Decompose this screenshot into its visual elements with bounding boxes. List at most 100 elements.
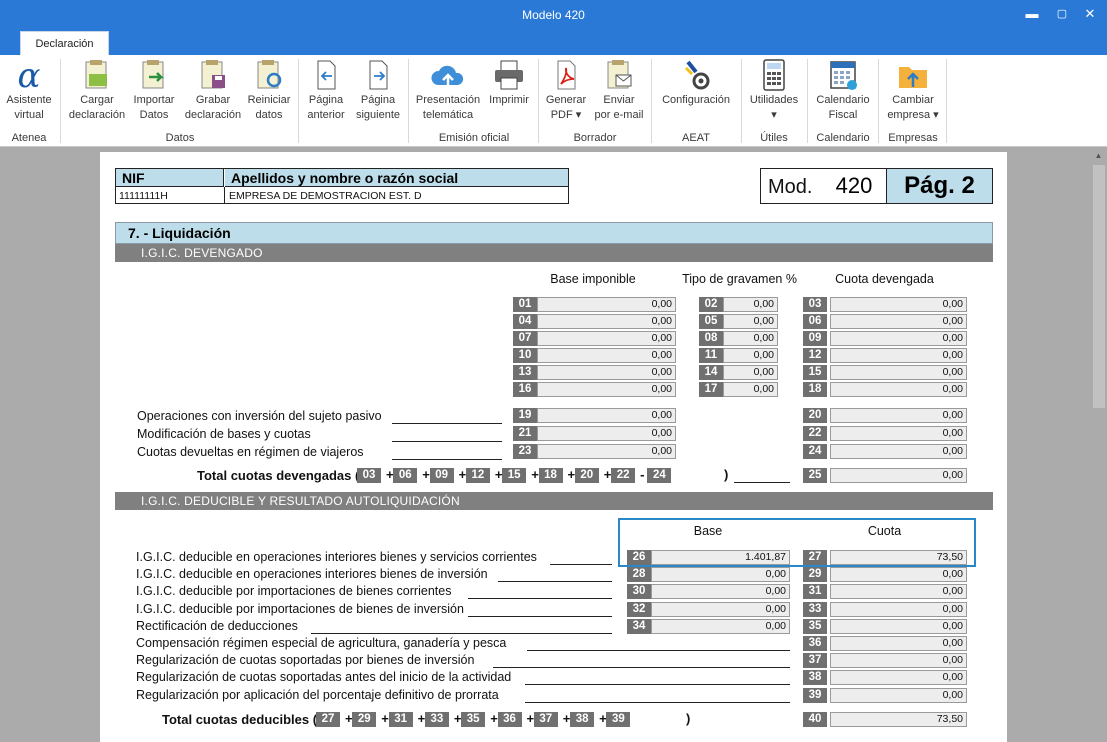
scroll-up-icon[interactable]: ▲ — [1090, 149, 1107, 163]
row-label: Compensación régimen especial de agricul… — [136, 636, 507, 650]
sum-box: 06 — [393, 468, 418, 483]
base-field[interactable]: 0,00 — [537, 348, 676, 363]
base-field[interactable]: 0,00 — [537, 382, 676, 397]
box-number: 15 — [803, 365, 827, 380]
sum-box: 22 — [611, 468, 636, 483]
base-field[interactable]: 0,00 — [651, 567, 790, 583]
row-label: I.G.I.C. deducible por importaciones de … — [136, 584, 452, 599]
box-number: 37 — [803, 653, 827, 669]
generar-pdf-button[interactable]: Generar PDF ▾ — [541, 59, 591, 123]
vertical-scrollbar[interactable] — [1093, 165, 1105, 408]
tipo-field[interactable]: 0,00 — [723, 297, 778, 312]
importar-datos-button[interactable]: Importar Datos — [130, 59, 178, 123]
base-field[interactable]: 0,00 — [537, 444, 676, 459]
base-field[interactable]: 0,00 — [537, 297, 676, 312]
cargar-declaracion-button[interactable]: Cargar declaración — [64, 59, 130, 123]
utilidades-label: Utilidades ▾ — [749, 94, 799, 121]
box-number: 02 — [699, 297, 723, 312]
tipo-field[interactable]: 0,00 — [723, 365, 778, 380]
name-label: Apellidos y nombre o razón social — [225, 169, 568, 187]
close-paren: ) — [686, 711, 691, 726]
nif-value[interactable]: 11111111H — [119, 190, 168, 202]
cuota-field[interactable]: 0,00 — [830, 636, 967, 651]
cuota-field[interactable]: 0,00 — [830, 444, 967, 459]
ribbon: α Asistente virtual Cargar declaración I… — [0, 55, 1107, 147]
cambiar-empresa-button[interactable]: Cambiar empresa ▾ — [882, 59, 944, 123]
cuota-field[interactable]: 0,00 — [830, 365, 967, 380]
sum-box: 03 — [357, 468, 381, 483]
cuota-field[interactable]: 0,00 — [830, 618, 967, 634]
underline — [392, 459, 502, 460]
page-number-label: Pág. 2 — [886, 169, 992, 203]
box-number: 30 — [627, 584, 651, 600]
cuota-field[interactable]: 0,00 — [830, 297, 967, 312]
cuota-field[interactable]: 0,00 — [830, 687, 967, 703]
pagina-anterior-button[interactable]: Página anterior — [303, 59, 349, 123]
row-label: I.G.I.C. deducible en operaciones interi… — [136, 567, 488, 582]
base-field[interactable]: 0,00 — [537, 408, 676, 423]
cuota-field[interactable]: 0,00 — [830, 382, 967, 397]
tipo-field[interactable]: 0,00 — [723, 314, 778, 329]
cuota-field[interactable]: 0,00 — [830, 670, 967, 686]
underline — [498, 581, 612, 583]
calendario-label: Calendario Fiscal — [816, 94, 870, 121]
maximize-icon[interactable]: ▢ — [1054, 6, 1070, 22]
imprimir-button[interactable]: Imprimir — [485, 59, 533, 108]
calendario-fiscal-button[interactable]: Calendario Fiscal — [811, 59, 875, 123]
cuota-field[interactable]: 0,00 — [830, 567, 967, 583]
box-number: 12 — [803, 348, 827, 363]
tipo-field[interactable]: 0,00 — [723, 331, 778, 346]
cuota-field[interactable]: 73,50 — [830, 550, 967, 565]
window-title: Modelo 420 — [522, 8, 585, 22]
tab-declaracion[interactable]: Declaración — [20, 31, 109, 55]
cuota-field[interactable]: 0,00 — [830, 426, 967, 441]
group-calendario: Calendario — [816, 132, 870, 144]
close-paren: ) — [724, 467, 729, 482]
base-field[interactable]: 0,00 — [651, 601, 790, 617]
cuota-field[interactable]: 0,00 — [830, 314, 967, 329]
enviar-email-button[interactable]: Enviar por e-mail — [592, 59, 646, 123]
pagina-siguiente-button[interactable]: Página siguiente — [353, 59, 403, 123]
sum-box: 12 — [465, 468, 490, 483]
group-datos: Datos — [165, 132, 195, 144]
minimize-icon[interactable]: ▬ — [1024, 6, 1040, 22]
row-label: Operaciones con inversión del sujeto pas… — [137, 409, 382, 423]
devengado-header: I.G.I.C. DEVENGADO — [115, 244, 993, 262]
close-icon[interactable]: ✕ — [1082, 6, 1098, 22]
base-field[interactable]: 0,00 — [537, 314, 676, 329]
cuota-field[interactable]: 0,00 — [830, 584, 967, 600]
importar-label: Importar Datos — [133, 94, 175, 121]
asistente-virtual-button[interactable]: α Asistente virtual — [2, 59, 56, 123]
svg-text:α: α — [18, 59, 41, 93]
name-value[interactable]: EMPRESA DE DEMOSTRACION EST. D — [229, 190, 422, 202]
tipo-field[interactable]: 0,00 — [723, 382, 778, 397]
presentacion-telematica-button[interactable]: Presentación telemática — [413, 59, 483, 123]
configuracion-button[interactable]: Configuración — [656, 59, 736, 108]
base-field[interactable]: 0,00 — [537, 426, 676, 441]
underline — [550, 564, 612, 565]
base-field[interactable]: 0,00 — [651, 584, 790, 600]
base-field[interactable]: 0,00 — [651, 618, 790, 634]
base-field[interactable]: 1.401,87 — [651, 550, 790, 565]
cuota-field[interactable]: 0,00 — [830, 348, 967, 363]
box-number: 29 — [803, 567, 827, 583]
underline — [468, 615, 612, 617]
base-field[interactable]: 0,00 — [537, 365, 676, 380]
underline — [525, 684, 790, 686]
cuota-field[interactable]: 0,00 — [830, 601, 967, 617]
group-emision-oficial: Emisión oficial — [438, 132, 510, 144]
grabar-declaracion-button[interactable]: Grabar declaración — [183, 59, 243, 123]
settings-gear-icon — [656, 59, 736, 93]
tipo-field[interactable]: 0,00 — [723, 348, 778, 363]
cuota-field[interactable]: 0,00 — [830, 408, 967, 423]
utilidades-button[interactable]: Utilidades ▾ — [745, 59, 803, 123]
box-number: 14 — [699, 365, 723, 380]
cuota-field[interactable]: 0,00 — [830, 331, 967, 346]
row-label: I.G.I.C. deducible en operaciones interi… — [136, 550, 537, 564]
underline — [493, 667, 790, 669]
cuota-field[interactable]: 0,00 — [830, 653, 967, 669]
total-devengada-field[interactable]: 0,00 — [830, 468, 967, 483]
base-field[interactable]: 0,00 — [537, 331, 676, 346]
box-number: 33 — [803, 601, 827, 617]
reiniciar-datos-button[interactable]: Reiniciar datos — [243, 59, 295, 123]
